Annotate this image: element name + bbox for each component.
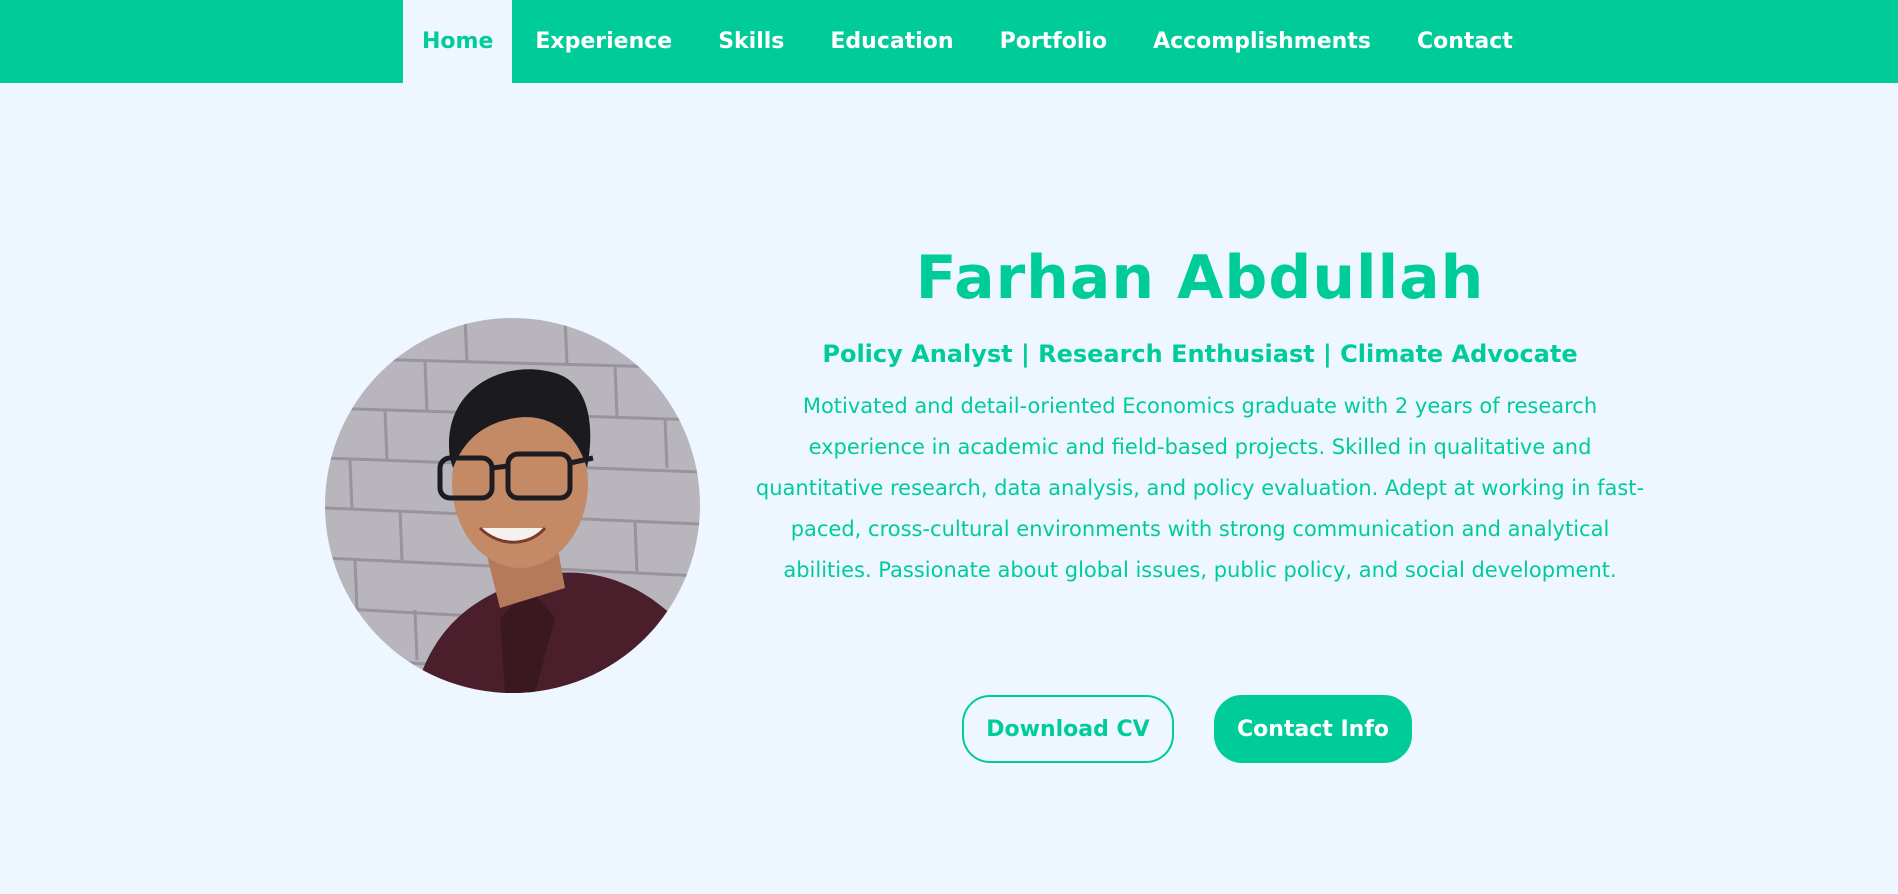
nav-item-home[interactable]: Home [403, 0, 513, 83]
hero-buttons: Download CV Contact Info [962, 695, 1412, 763]
contact-info-button[interactable]: Contact Info [1214, 695, 1412, 763]
profile-photo [325, 318, 700, 693]
nav-item-accomplishments[interactable]: Accomplishments [1130, 0, 1394, 83]
hero-intro: Farhan Abdullah Policy Analyst | Researc… [745, 230, 1655, 591]
nav-item-education[interactable]: Education [807, 0, 976, 83]
nav-item-contact[interactable]: Contact [1394, 0, 1536, 83]
summary-text: Motivated and detail-oriented Economics … [755, 394, 1645, 582]
top-navbar: Home Experience Skills Education Portfol… [0, 0, 1898, 83]
nav-menu: Home Experience Skills Education Portfol… [403, 0, 1536, 83]
nav-item-experience[interactable]: Experience [512, 0, 695, 83]
download-cv-button[interactable]: Download CV [962, 695, 1174, 763]
nav-item-portfolio[interactable]: Portfolio [977, 0, 1131, 83]
tagline: Policy Analyst | Research Enthusiast | C… [822, 340, 1578, 368]
page-title: Farhan Abdullah [915, 243, 1485, 313]
nav-item-skills[interactable]: Skills [695, 0, 807, 83]
